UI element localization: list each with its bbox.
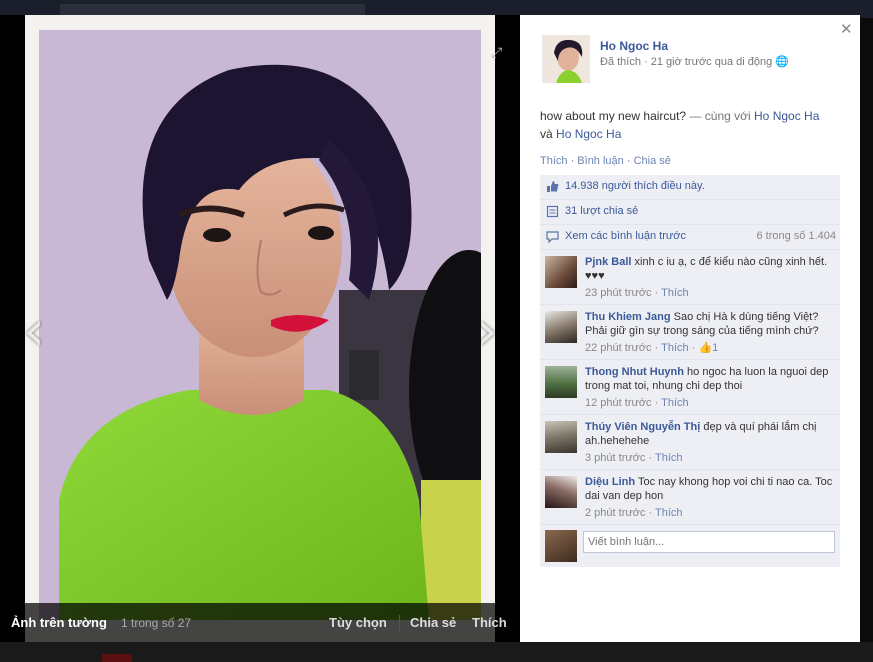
thumbs-up-icon [547, 181, 559, 192]
share-icon [546, 205, 559, 218]
post-tag-2[interactable]: Ho Ngoc Ha [556, 127, 621, 141]
comment-like-link[interactable]: Thích [661, 397, 689, 409]
comment-composer [540, 525, 840, 567]
likes-count[interactable]: 14.938 người thích điều này. [565, 180, 705, 192]
commenter-avatar[interactable] [545, 476, 577, 508]
commenter-name[interactable]: Pjnk Ball [585, 256, 631, 268]
comment-item: Diệu Linh Toc nay khong hop voi chi ti n… [540, 470, 840, 525]
comment-item: Thúy Viên Nguyễn Thị đẹp và quí phái lắm… [540, 415, 840, 470]
background-thumbnail [102, 654, 132, 662]
previous-comments-link[interactable]: Xem các bình luận trước [565, 230, 686, 242]
owner-name[interactable]: Ho Ngoc Ha [600, 39, 668, 53]
comment-like-link[interactable]: Thích [655, 507, 683, 519]
side-panel: ✕ Ho Ngoc Ha Đã thích · 21 giờ trước qua… [520, 15, 860, 642]
owner-avatar-image [542, 35, 590, 83]
photo-position: 1 trong số 27 [121, 616, 192, 630]
photo-toolbar: Ảnh trên tường 1 trong số 27 Tùy chọn Ch… [0, 603, 520, 642]
options-button[interactable]: Tùy chọn [329, 615, 387, 630]
comment-time[interactable]: 22 phút trước [585, 342, 652, 354]
comment-time[interactable]: 3 phút trước [585, 452, 645, 464]
comment-item: Pjnk Ball xinh c iu ạ, c để kiểu nào cũn… [540, 250, 840, 305]
action-share[interactable]: Chia sẻ [634, 155, 671, 167]
owner-avatar[interactable] [542, 35, 590, 83]
expand-icon[interactable]: ⤢ [491, 45, 502, 61]
background-footer [0, 642, 873, 662]
thumbs-up-icon: 👍 [698, 342, 713, 354]
comment-meta: 3 phút trước · Thích [585, 452, 683, 464]
comment-item: Thong Nhut Huynh ho ngoc ha luon la nguo… [540, 360, 840, 415]
close-icon[interactable]: ✕ [840, 20, 853, 38]
action-like[interactable]: Thích [540, 155, 568, 167]
comment-meta: 22 phút trước · Thích · 👍1 [585, 342, 719, 354]
album-label[interactable]: Ảnh trên tường [11, 615, 107, 630]
commenter-name[interactable]: Diệu Linh [585, 476, 635, 488]
share-button[interactable]: Chia sẻ [410, 615, 456, 630]
photo[interactable] [39, 30, 481, 620]
comment-item: Thu Khiem Jang Sao chị Hà k dùng tiếng V… [540, 305, 840, 360]
photo-stage: ‹ › ⤢ Ảnh trên tường 1 trong số 27 Tùy c… [0, 15, 520, 642]
comment-meta: 12 phút trước · Thích [585, 397, 689, 409]
comment-input[interactable] [583, 531, 835, 553]
commenter-avatar[interactable] [545, 311, 577, 343]
comment-meta: 23 phút trước · Thích [585, 287, 689, 299]
shares-count[interactable]: 31 lượt chia sẻ [565, 205, 638, 217]
post-actions: Thích · Bình luận · Chia sẻ [540, 155, 671, 167]
owner-meta: Đã thích · 21 giờ trước qua di động 🌐 [600, 55, 789, 68]
shares-row[interactable]: 31 lượt chia sẻ [540, 200, 840, 225]
globe-icon: 🌐 [775, 56, 789, 68]
post-and: và [540, 127, 553, 141]
comment-time[interactable]: 2 phút trước [585, 507, 645, 519]
post-with-prefix: — cùng với [689, 109, 751, 123]
commenter-avatar[interactable] [545, 421, 577, 453]
comment-like-count: 1 [712, 342, 719, 354]
commenter-name[interactable]: Thong Nhut Huynh [585, 366, 684, 378]
commenter-name[interactable]: Thu Khiem Jang [585, 311, 671, 323]
viewer-avatar [545, 530, 577, 562]
commenter-avatar[interactable] [545, 366, 577, 398]
like-button[interactable]: Thích [472, 615, 507, 630]
post-meta-text: Đã thích · 21 giờ trước qua di động [600, 56, 773, 68]
chevron-right-icon[interactable]: › [467, 304, 507, 359]
commenter-name[interactable]: Thúy Viên Nguyễn Thị [585, 421, 700, 433]
comment-range: 6 trong số 1.404 [756, 230, 836, 242]
toolbar-divider [399, 615, 400, 631]
commenter-avatar[interactable] [545, 256, 577, 288]
likes-row[interactable]: 14.938 người thích điều này. [540, 175, 840, 200]
previous-comments-row[interactable]: Xem các bình luận trước 6 trong số 1.404 [540, 225, 840, 250]
comment-likes-badge[interactable]: 👍1 [698, 342, 718, 354]
feedback-box: 14.938 người thích điều này. 31 lượt chi… [540, 175, 840, 567]
comment-icon [546, 231, 559, 243]
comment-like-link[interactable]: Thích [655, 452, 683, 464]
comment-like-link[interactable]: Thích [661, 342, 689, 354]
photo-image [39, 30, 481, 620]
post-caption: how about my new haircut? — cùng với Ho … [540, 107, 845, 143]
comment-time[interactable]: 12 phút trước [585, 397, 652, 409]
chevron-left-icon[interactable]: ‹ [14, 304, 54, 359]
post-text: how about my new haircut? [540, 109, 687, 123]
comment-like-link[interactable]: Thích [661, 287, 689, 299]
action-comment[interactable]: Bình luận [577, 155, 623, 167]
post-tag-1[interactable]: Ho Ngoc Ha [754, 109, 819, 123]
comment-meta: 2 phút trước · Thích [585, 507, 683, 519]
comment-time[interactable]: 23 phút trước [585, 287, 652, 299]
